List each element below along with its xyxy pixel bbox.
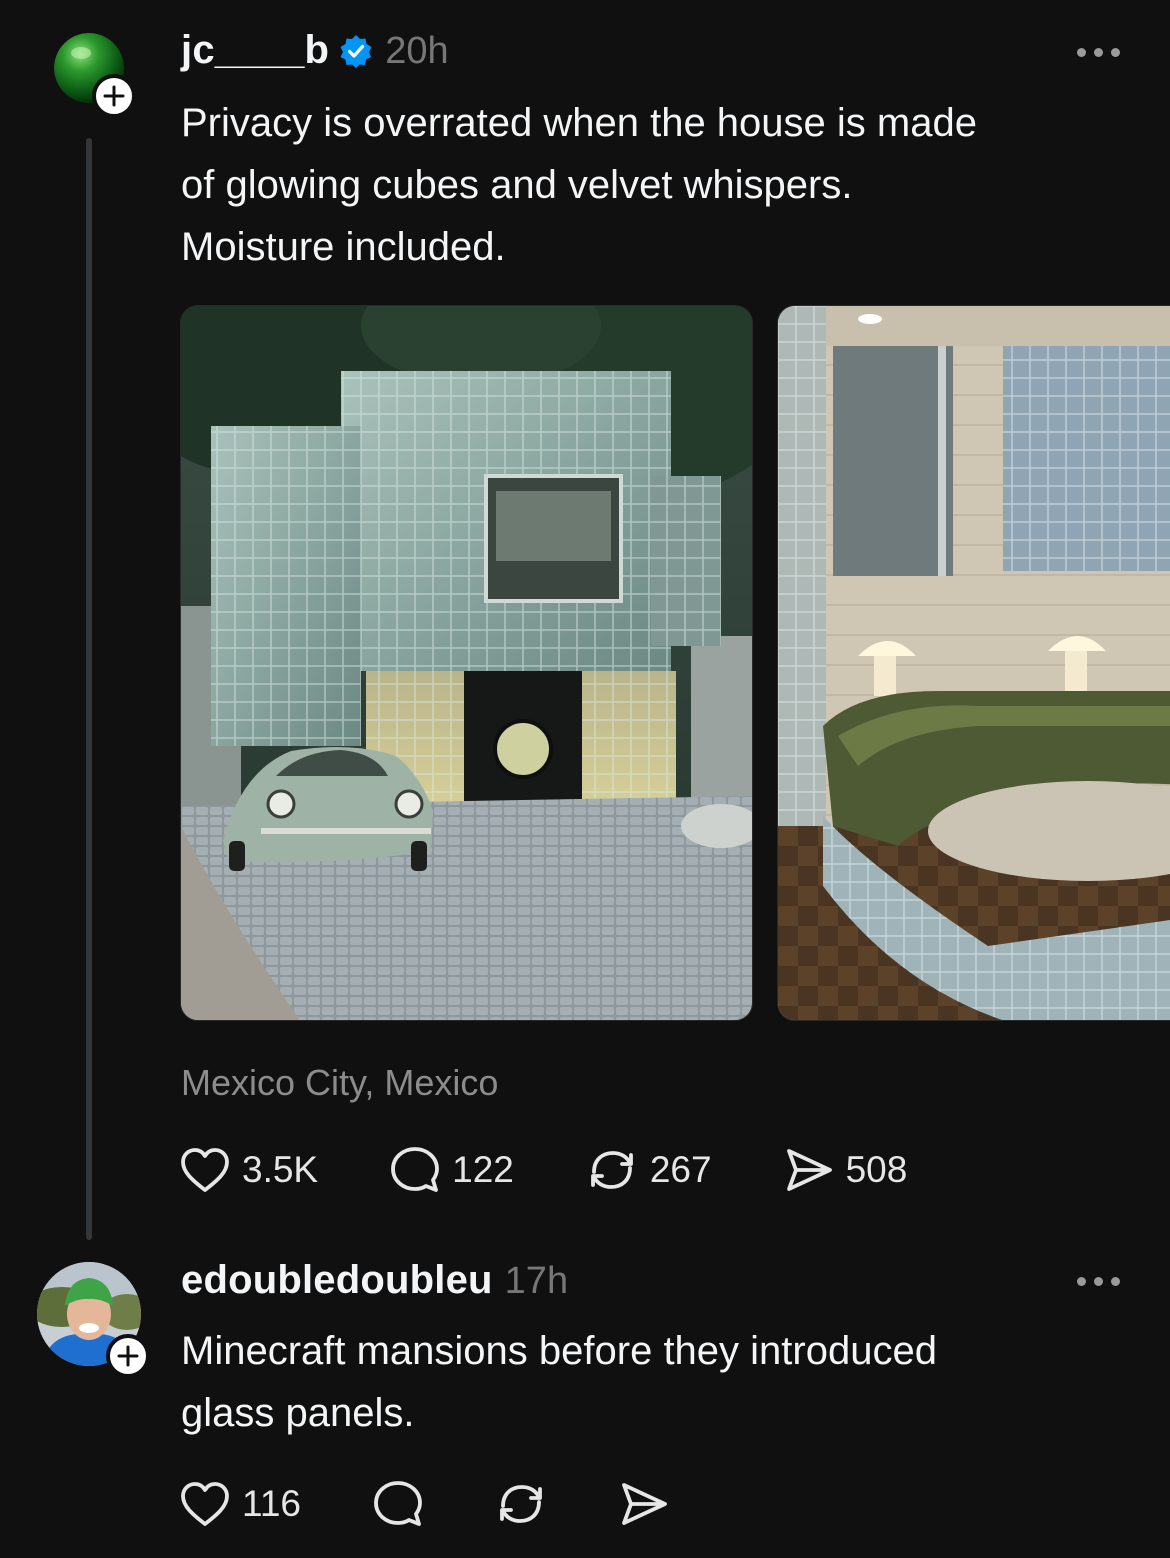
reply-text-line: glass panels. (181, 1391, 415, 1435)
follow-author-button[interactable] (92, 74, 136, 118)
comment-bubble-icon (374, 1481, 422, 1526)
share-button[interactable]: 508 (784, 1147, 908, 1193)
post-text-line: Privacy is overrated when the house is m… (181, 101, 977, 145)
reply-actions: 116 (180, 1480, 741, 1528)
comment-bubble-icon (391, 1147, 440, 1192)
reply-reply-button[interactable] (373, 1480, 423, 1528)
like-count: 3.5K (242, 1149, 319, 1190)
send-icon (786, 1149, 832, 1191)
reply-author-username[interactable]: edoubledoubleu (181, 1258, 493, 1303)
post-text: Privacy is overrated when the house is m… (181, 92, 1121, 278)
more-dots-icon (1077, 1277, 1086, 1286)
plus-icon (103, 85, 125, 107)
post-actions: 3.5K 122 267 508 (180, 1146, 979, 1194)
more-dots-icon (1077, 48, 1086, 57)
plus-icon (117, 1345, 139, 1367)
repost-icon (590, 1151, 633, 1189)
post-text-line: of glowing cubes and velvet whispers. (181, 163, 853, 207)
reply-time: 17h (504, 1260, 569, 1302)
author-username[interactable]: jc____b (181, 28, 329, 73)
main-post: jc____b 20h Privacy is overrated when th… (0, 0, 1170, 1240)
follow-reply-author-button[interactable] (106, 1334, 150, 1378)
repost-button[interactable]: 267 (586, 1146, 712, 1194)
send-icon (622, 1483, 667, 1525)
post-text-line: Moisture included. (181, 225, 506, 269)
reply-like-button[interactable]: 116 (180, 1481, 301, 1527)
repost-icon (500, 1485, 542, 1523)
reply-count: 122 (452, 1149, 514, 1190)
reply-repost-button[interactable] (495, 1480, 547, 1528)
share-count: 508 (845, 1149, 908, 1190)
post-header: jc____b 20h (181, 28, 449, 73)
verified-badge-icon (340, 34, 372, 68)
post-time: 20h (385, 30, 449, 72)
reply-button[interactable]: 122 (390, 1146, 514, 1194)
heart-icon (181, 1148, 229, 1192)
post-image-exterior[interactable] (180, 305, 753, 1021)
post-more-button[interactable] (1077, 48, 1120, 57)
reply-text-line: Minecraft mansions before they introduce… (181, 1329, 937, 1373)
like-button[interactable]: 3.5K (180, 1147, 318, 1193)
thread-line (86, 138, 92, 1240)
reply-more-button[interactable] (1077, 1277, 1120, 1286)
reply-text: Minecraft mansions before they introduce… (181, 1320, 1121, 1444)
reply-header: edoubledoubleu 17h (181, 1258, 568, 1303)
post-location[interactable]: Mexico City, Mexico (181, 1062, 498, 1104)
heart-icon (181, 1482, 229, 1526)
post-image-interior[interactable] (777, 305, 1170, 1021)
reply-like-count: 116 (242, 1483, 301, 1524)
reply-share-button[interactable] (619, 1481, 669, 1527)
repost-count: 267 (649, 1149, 712, 1190)
reply-post: edoubledoubleu 17h Minecraft mansions be… (0, 1240, 1170, 1558)
